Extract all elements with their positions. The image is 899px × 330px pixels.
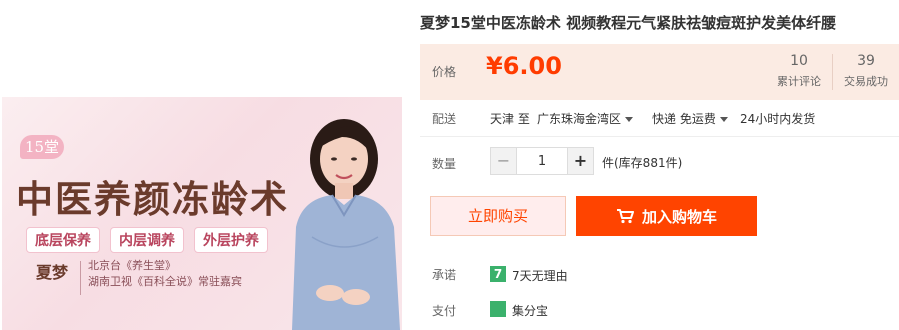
add-to-cart-button[interactable]: 加入购物车 [576,196,757,236]
image-badge: 15堂 [20,135,64,159]
destination-selector[interactable]: 广东珠海金湾区 [537,110,634,127]
product-image[interactable]: 15堂 中医养颜冻龄术 底层保养 内层调养 外层护养 夏梦 北京台《养生堂》 湖… [2,97,402,330]
shipping-origin: 天津 [490,112,515,126]
cart-icon [616,209,634,224]
destination-text: 广东珠海金湾区 [537,112,622,126]
shipping-method-text: 快递 免运费 [652,112,716,126]
add-to-cart-label: 加入购物车 [641,207,717,226]
reviews-stat[interactable]: 10 累计评论 [771,52,827,91]
stat-divider [832,54,833,90]
deals-stat[interactable]: 39 交易成功 [838,52,894,91]
price-value: ¥6.00 [486,52,562,80]
image-tag: 外层护养 [194,227,268,253]
chevron-down-icon [719,117,728,122]
shipping-to-word: 至 [517,112,530,126]
chevron-down-icon [625,117,634,122]
quantity-decrease-button[interactable]: − [491,148,516,174]
buy-now-button[interactable]: 立即购买 [430,196,566,236]
payment-text: 集分宝 [512,304,549,318]
promise-label: 承诺 [432,268,457,282]
dispatch-time: 24小时内发货 [740,112,816,126]
reviews-label: 累计评论 [777,75,821,88]
promise-text[interactable]: 7天无理由 [512,267,568,284]
image-person-name: 夏梦 [36,263,69,282]
price-band: 价格 ¥6.00 10 累计评论 39 交易成功 [420,44,899,100]
image-tag: 内层调养 [110,227,184,253]
quantity-stepper: − + [490,147,594,175]
deals-label: 交易成功 [844,75,888,88]
shipping-method-selector[interactable]: 快递 免运费 [652,110,728,127]
image-credit-line: 北京台《养生堂》 [88,259,176,272]
image-title: 中医养颜冻龄术 [16,177,289,221]
image-tags: 底层保养 内层调养 外层护养 [26,227,268,253]
seven-day-return-icon: 7 [490,266,506,282]
deals-count: 39 [857,53,875,69]
row-divider [420,136,899,137]
image-credit-line: 湖南卫视《百科全说》常驻嘉宾 [88,275,242,288]
price-label: 价格 [432,65,457,79]
shipping-label: 配送 [432,112,457,126]
product-title: 夏梦15堂中医冻龄术 视频教程元气紧肤祛皱痘斑护发美体纤腰 [420,14,837,32]
stock-text: 件(库存881件) [602,156,683,170]
image-tag: 底层保养 [26,227,100,253]
quantity-label: 数量 [432,157,457,171]
points-icon [490,301,506,317]
presenter-photo [292,119,400,330]
quantity-increase-button[interactable]: + [568,148,593,174]
shipping-from: 天津 至 [490,110,530,127]
payment-label: 支付 [432,304,457,318]
quantity-input[interactable] [516,148,568,174]
reviews-count: 10 [790,53,808,69]
image-divider [80,261,81,295]
